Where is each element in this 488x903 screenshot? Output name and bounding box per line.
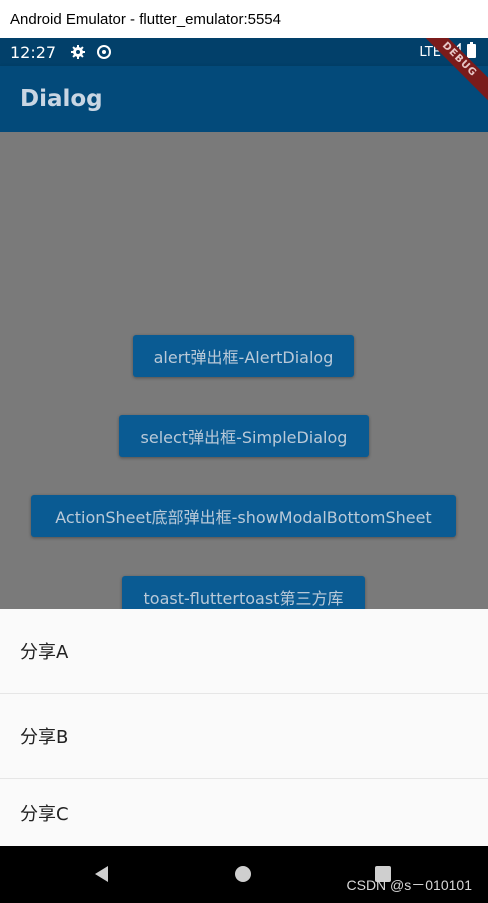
window-title-bar: Android Emulator - flutter_emulator:5554 — [0, 0, 488, 38]
status-bar: 12:27 LTE — [0, 38, 488, 66]
share-b-label: 分享B — [20, 727, 69, 748]
watermark: CSDN @s－010101 — [346, 877, 473, 893]
simple-dialog-button[interactable]: select弹出框-SimpleDialog — [119, 415, 369, 457]
navigation-bar: CSDN @s－010101 — [0, 846, 488, 903]
gear-icon — [70, 44, 86, 60]
share-b-item[interactable]: 分享B — [0, 694, 488, 779]
share-a-item[interactable]: 分享A — [0, 609, 488, 694]
window-title: Android Emulator - flutter_emulator:5554 — [10, 10, 281, 28]
modal-bottom-sheet-button[interactable]: ActionSheet底部弹出框-showModalBottomSheet — [31, 495, 456, 537]
sync-icon — [96, 44, 112, 60]
bottom-sheet: 分享A 分享B 分享C — [0, 609, 488, 846]
back-icon[interactable] — [90, 862, 114, 886]
app-bar-title: Dialog — [20, 86, 103, 112]
status-time: 12:27 — [10, 42, 57, 62]
alert-dialog-button[interactable]: alert弹出框-AlertDialog — [133, 335, 354, 377]
share-c-label: 分享C — [20, 803, 69, 825]
share-c-item[interactable]: 分享C — [0, 779, 488, 846]
app-bar: Dialog — [0, 66, 488, 132]
modal-scrim[interactable]: alert弹出框-AlertDialog select弹出框-SimpleDia… — [0, 132, 488, 618]
emulator-screen: 12:27 LTE Dialog DEBUG alert弹出框-AlertDia… — [0, 38, 488, 903]
share-a-label: 分享A — [20, 642, 69, 663]
home-icon[interactable] — [231, 862, 255, 886]
